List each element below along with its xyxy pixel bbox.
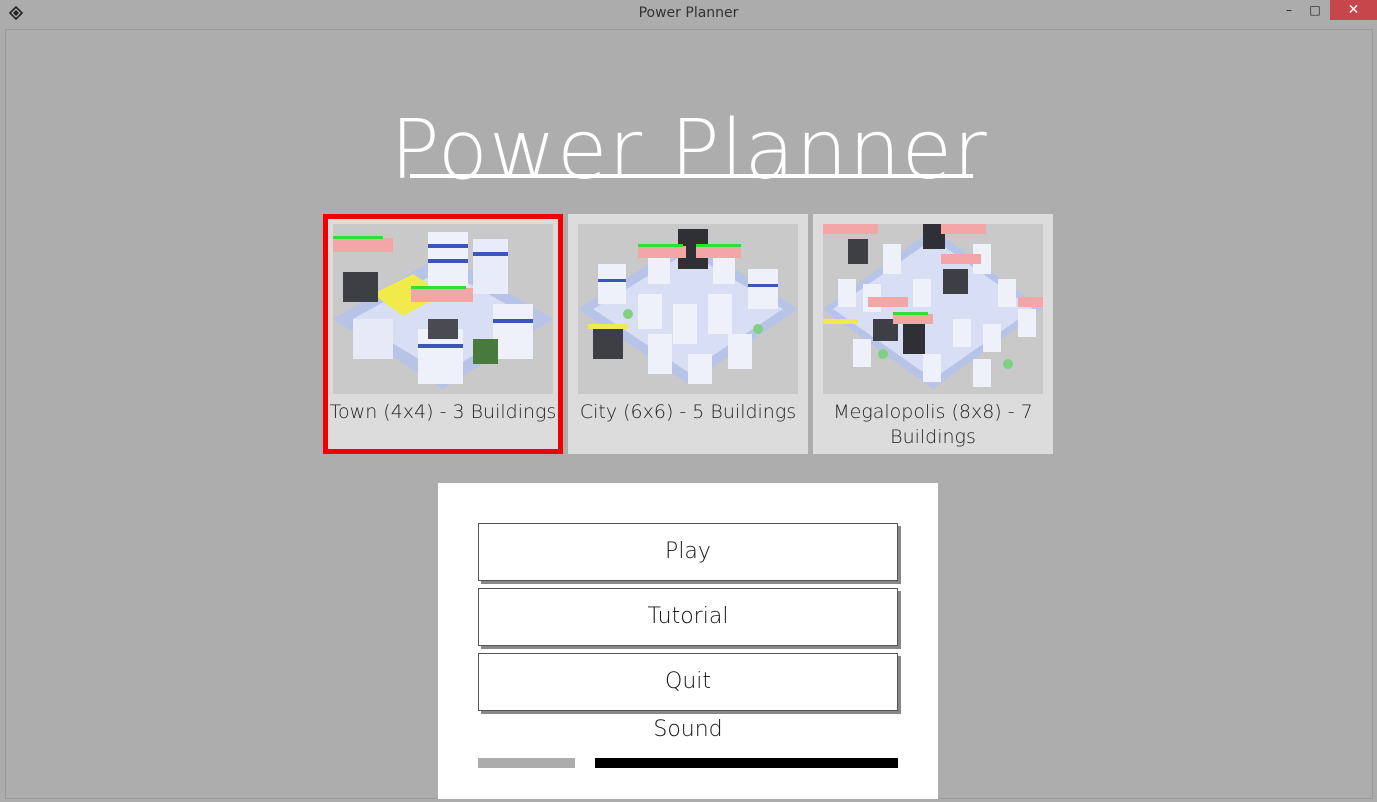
tutorial-button[interactable]: Tutorial (478, 588, 898, 646)
title-underline (410, 174, 973, 178)
sound-slider-track[interactable] (478, 758, 575, 768)
close-button[interactable]: ✕ (1330, 0, 1377, 20)
game-viewport: Power Planner Town (4x4) - 3 Buildings C… (5, 29, 1373, 799)
main-menu-panel: Play Tutorial Quit Sound (438, 483, 938, 799)
level-label: Megalopolis (8x8) - 7 Buildings (833, 401, 1033, 448)
level-card-megalopolis[interactable]: Megalopolis (8x8) - 7 Buildings (813, 214, 1053, 454)
window-title: Power Planner (638, 5, 739, 21)
level-label: City (6x6) - 5 Buildings (579, 401, 797, 423)
level-preview-image (333, 224, 553, 394)
play-button[interactable]: Play (478, 523, 898, 581)
level-card-town[interactable]: Town (4x4) - 3 Buildings (323, 214, 563, 454)
level-card-city[interactable]: City (6x6) - 5 Buildings (568, 214, 808, 454)
quit-button[interactable]: Quit (478, 653, 898, 711)
maximize-button[interactable]: □ (1302, 0, 1328, 20)
level-label: Town (4x4) - 3 Buildings (329, 401, 557, 423)
level-preview-image (823, 224, 1043, 394)
game-title: Power Planner (390, 103, 988, 198)
minimize-button[interactable]: – (1276, 0, 1302, 20)
sound-slider-bar[interactable] (595, 758, 898, 768)
sound-label: Sound (653, 717, 723, 742)
level-preview-image (578, 224, 798, 394)
window-titlebar: Power Planner – □ ✕ (0, 0, 1377, 28)
